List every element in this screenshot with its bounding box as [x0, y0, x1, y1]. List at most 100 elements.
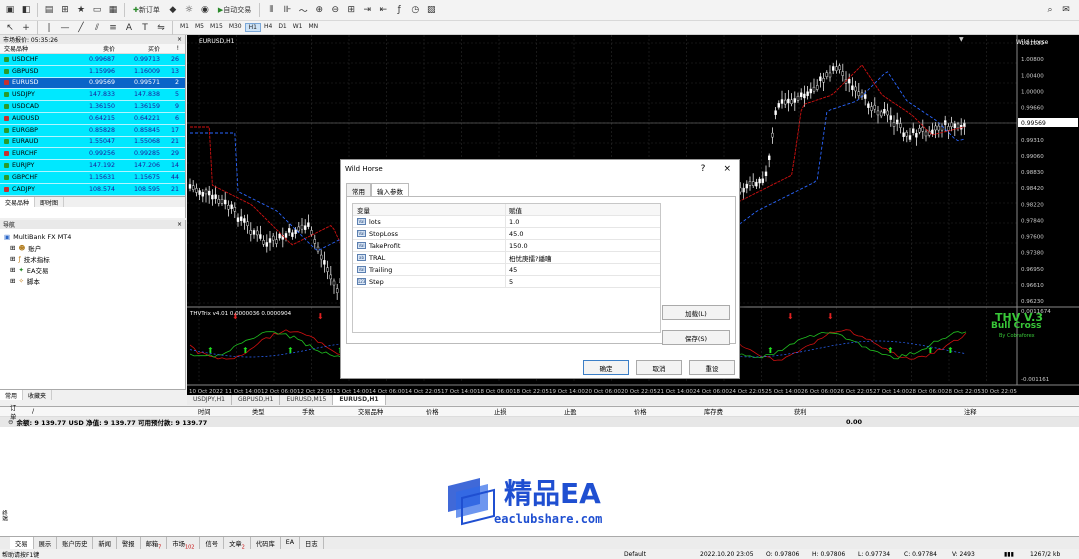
search-icon[interactable]: ⌕	[1043, 2, 1057, 18]
signals-icon[interactable]: ☼	[182, 2, 196, 18]
market-icon[interactable]: ◉	[198, 2, 212, 18]
expand-icon[interactable]: ⊞	[10, 266, 15, 274]
timeframe-m30[interactable]: M30	[226, 23, 245, 32]
cursor-icon[interactable]: ↖	[3, 20, 17, 36]
terminal-tab[interactable]: 警报	[117, 537, 141, 549]
terminal-col[interactable]: 时间	[188, 407, 242, 416]
close-icon[interactable]: ×	[177, 36, 182, 43]
timeframe-mn[interactable]: MN	[306, 23, 322, 32]
terminal-col[interactable]: 价格	[416, 407, 484, 416]
navigator-icon[interactable]: ★	[74, 2, 88, 18]
text-icon[interactable]: A	[122, 20, 136, 36]
terminal-col[interactable]: 获利	[784, 407, 954, 416]
market-watch-row[interactable]: USDCHF 0.99687 0.99713 26	[0, 54, 185, 66]
market-watch-row[interactable]: GBPCHF 1.15631 1.15675 44	[0, 171, 185, 184]
market-watch-row[interactable]: GBPUSD 1.15996 1.16009 13	[0, 65, 185, 78]
expand-icon[interactable]: ⊞	[10, 255, 15, 263]
terminal-col[interactable]: 手数	[292, 407, 348, 416]
shapes-icon[interactable]: ⇋	[154, 20, 168, 36]
metaeditor-icon[interactable]: ◆	[166, 2, 180, 18]
tab-symbols[interactable]: 交易品种	[0, 197, 36, 207]
market-watch-row[interactable]: EURCHF 0.99256 0.99285 29	[0, 148, 185, 161]
market-watch-row[interactable]: EURAUD 1.55047 1.55068 21	[0, 136, 185, 149]
timeframe-m5[interactable]: M5	[192, 23, 207, 32]
nav-item-accounts[interactable]: ⊞ ☻ 账户	[4, 242, 185, 253]
timeframe-d1[interactable]: D1	[275, 23, 289, 32]
input-param-row[interactable]: Val TakeProfit 150.0	[353, 239, 660, 252]
terminal-tab[interactable]: 代码库	[251, 537, 281, 549]
col-symbol[interactable]: 交易品种	[0, 44, 70, 53]
input-param-row[interactable]: Val Trailing 45	[353, 263, 660, 276]
tester-icon[interactable]: ▦	[106, 2, 120, 18]
terminal-tab[interactable]: 文章2	[224, 537, 251, 550]
terminal-col[interactable]: 交易品种	[348, 407, 416, 416]
timeframe-w1[interactable]: W1	[290, 23, 306, 32]
help-button[interactable]: ?	[701, 164, 706, 174]
tile-windows-icon[interactable]: ⊞	[344, 2, 358, 18]
market-watch-row[interactable]: CADJPY 108.574 108.595 21	[0, 183, 185, 196]
nav-root[interactable]: ▣ MultiBank FX MT4	[4, 231, 185, 242]
nav-item-experts[interactable]: ⊞ ✦ EA交易	[4, 264, 185, 275]
timeframe-h1[interactable]: H1	[244, 23, 261, 32]
cancel-button[interactable]: 取消	[636, 360, 682, 375]
horizontal-line-icon[interactable]: —	[58, 20, 72, 36]
candle-chart-icon[interactable]: ⊪	[280, 2, 294, 18]
crosshair-icon[interactable]: +	[19, 20, 33, 36]
terminal-tab[interactable]: 交易	[10, 537, 34, 549]
line-chart-icon[interactable]: 〜	[296, 2, 310, 18]
tab-common[interactable]: 常用	[0, 390, 24, 400]
terminal-tab[interactable]: 新闻	[93, 537, 117, 549]
periods-icon[interactable]: ◷	[408, 2, 422, 18]
market-watch-row[interactable]: EURGBP 0.85828 0.85845 17	[0, 124, 185, 137]
terminal-tab[interactable]: 邮箱7	[141, 537, 168, 550]
param-value[interactable]: 45.0	[506, 230, 523, 238]
col-variable[interactable]: 变量	[353, 203, 506, 216]
param-value[interactable]: 1.0	[506, 218, 519, 226]
save-button[interactable]: 保存(S)	[662, 330, 730, 345]
label-icon[interactable]: T	[138, 20, 152, 36]
market-watch-icon[interactable]: ▤	[42, 2, 56, 18]
terminal-col[interactable]: 注释	[954, 407, 1004, 416]
col-ask[interactable]: 买价	[115, 44, 160, 53]
chart-tab-active[interactable]: EURUSD,H1	[333, 395, 386, 405]
nav-item-scripts[interactable]: ⊞ ✧ 脚本	[4, 275, 185, 286]
vertical-line-icon[interactable]: |	[42, 20, 56, 36]
col-spread[interactable]: !	[160, 45, 182, 52]
data-window-icon[interactable]: ⊞	[58, 2, 72, 18]
chart-tab[interactable]: USDJPY,H1	[187, 395, 232, 405]
market-watch-row[interactable]: USDJPY 147.833 147.838 5	[0, 89, 185, 102]
terminal-col[interactable]: 价格	[624, 407, 694, 416]
templates-icon[interactable]: ▧	[424, 2, 438, 18]
timeframe-m15[interactable]: M15	[207, 23, 226, 32]
tab-favorites[interactable]: 收藏夹	[23, 390, 53, 400]
auto-trading-button[interactable]: ▶ 自动交易	[214, 2, 255, 18]
fibo-icon[interactable]: ≡	[106, 20, 120, 36]
terminal-tab[interactable]: EA	[281, 537, 301, 549]
terminal-tab[interactable]: 账户历史	[57, 537, 94, 549]
indicators-icon[interactable]: ƒ	[392, 2, 406, 18]
terminal-tab[interactable]: 展示	[34, 537, 58, 549]
terminal-col[interactable]: /	[22, 408, 188, 415]
terminal-col[interactable]: 库存费	[694, 407, 784, 416]
param-value[interactable]: 5	[506, 278, 513, 286]
terminal-tab[interactable]: 信号	[200, 537, 225, 549]
input-param-row[interactable]: Val lots 1.0	[353, 215, 660, 228]
market-watch-row[interactable]: EURUSD 0.99569 0.99571 2	[0, 77, 185, 90]
ok-button[interactable]: 确定	[583, 360, 629, 375]
timeframe-h4[interactable]: H4	[261, 23, 275, 32]
terminal-icon[interactable]: ▭	[90, 2, 104, 18]
col-bid[interactable]: 卖价	[70, 44, 115, 53]
terminal-tab[interactable]: 日志	[300, 537, 324, 549]
reset-button[interactable]: 重设	[689, 360, 735, 375]
dialog-titlebar[interactable]: Wild Horse ? ×	[341, 160, 739, 178]
terminal-col[interactable]: 止损	[484, 407, 554, 416]
close-icon[interactable]: ×	[177, 221, 182, 228]
chart-shift-icon[interactable]: ⇤	[376, 2, 390, 18]
tab-tick-chart[interactable]: 即时图	[35, 197, 65, 207]
input-param-row[interactable]: Val StopLoss 45.0	[353, 227, 660, 240]
status-profile[interactable]: Default	[624, 551, 646, 558]
terminal-col[interactable]: 止盈	[554, 407, 624, 416]
terminal-tab[interactable]: 市场102	[167, 537, 201, 550]
bar-chart-icon[interactable]: ⫴	[264, 2, 278, 18]
market-watch-row[interactable]: EURJPY 147.192 147.206 14	[0, 160, 185, 172]
